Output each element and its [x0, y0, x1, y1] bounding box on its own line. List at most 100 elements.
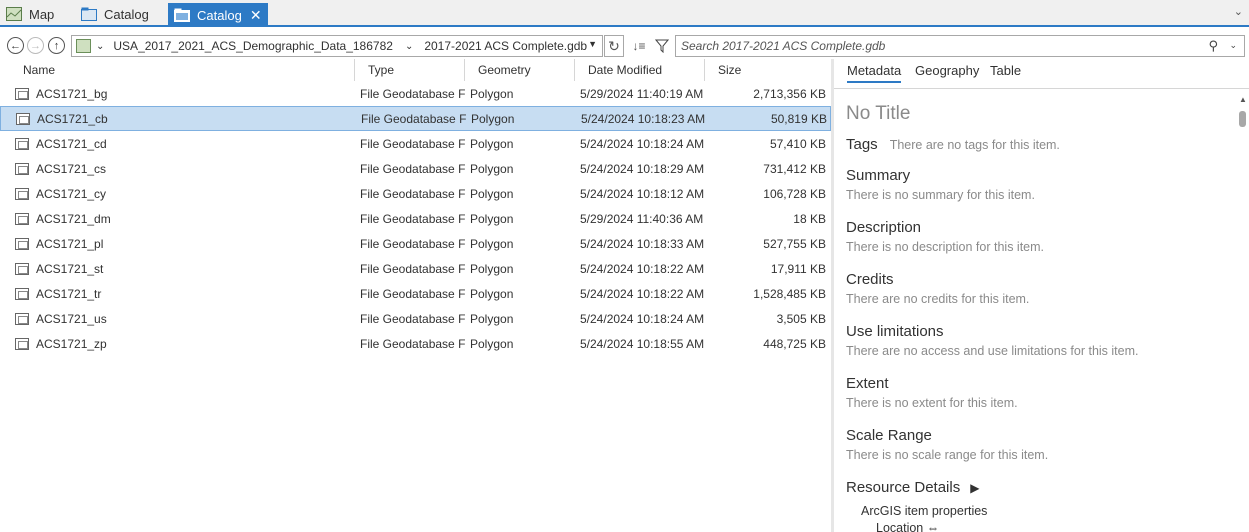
- expand-arrow-icon[interactable]: ▶: [970, 481, 979, 495]
- cell-type: File Geodatabase F: [360, 186, 465, 201]
- tab-table[interactable]: Table: [990, 63, 1021, 81]
- location-text: Location: [876, 521, 924, 532]
- search-icon[interactable]: ⚲: [1208, 38, 1218, 54]
- table-row[interactable]: ACS1721_bg File Geodatabase F Polygon 5/29/…: [0, 81, 831, 106]
- column-headers: Name Type Geometry Date Modified Size: [0, 59, 831, 81]
- dropdown-arrow-icon[interactable]: ▼: [588, 39, 597, 49]
- back-button[interactable]: ←: [7, 37, 24, 54]
- table-row[interactable]: ACS1721_zp File Geodatabase F Polygon 5/24/…: [0, 331, 831, 356]
- cell-date: 5/24/2024 10:18:12 AM: [580, 186, 705, 201]
- table-row[interactable]: ACS1721_st File Geodatabase F Polygon 5/24/…: [0, 256, 831, 281]
- section-text: There is no scale range for this item.: [846, 448, 1049, 462]
- path-segment-folder[interactable]: USA_2017_2021_ACS_Demographic_Data_18678…: [113, 39, 393, 53]
- file-list: Name Type Geometry Date Modified Size AC…: [0, 59, 831, 532]
- cell-size: 1,528,485 KB: [753, 286, 826, 301]
- cell-date: 5/29/2024 11:40:19 AM: [580, 86, 704, 101]
- up-button[interactable]: ↑: [48, 37, 65, 54]
- metadata-credits: Credits There are no credits for this it…: [846, 271, 1029, 306]
- tab-label: Catalog: [104, 6, 149, 22]
- section-text: There is no description for this item.: [846, 240, 1044, 254]
- cell-date: 5/24/2024 10:18:22 AM: [580, 261, 705, 276]
- catalog-window: Map Catalog Catalog ✕ ⌄ ← → ↑ ⌄ USA_2017…: [0, 0, 1249, 532]
- table-row[interactable]: ACS1721_pl File Geodatabase F Polygon 5/24/…: [0, 231, 831, 256]
- feature-class-icon: [15, 312, 29, 325]
- feature-class-icon: [15, 162, 29, 175]
- column-header-name[interactable]: Name: [0, 59, 355, 81]
- scroll-up-icon[interactable]: ▲: [1239, 95, 1247, 104]
- table-row[interactable]: ACS1721_us File Geodatabase F Polygon 5/24/…: [0, 306, 831, 331]
- chevron-down-icon[interactable]: ⌄: [96, 41, 104, 52]
- file-rows: ACS1721_bg File Geodatabase F Polygon 5/29/…: [0, 81, 831, 356]
- cell-size: 731,412 KB: [763, 161, 826, 176]
- cell-name: ACS1721_bg: [0, 87, 355, 101]
- cell-type: File Geodatabase F: [360, 86, 465, 101]
- map-icon: [6, 7, 22, 21]
- metadata-tabs: Metadata Geography Table: [834, 59, 1249, 89]
- search-input[interactable]: [681, 39, 1181, 53]
- table-row[interactable]: ACS1721_tr File Geodatabase F Polygon 5/24/…: [0, 281, 831, 306]
- catalog-icon: [174, 8, 190, 22]
- tab-catalog-1[interactable]: Catalog: [75, 3, 155, 25]
- forward-button[interactable]: →: [27, 37, 44, 54]
- metadata-scrollbar[interactable]: ▲: [1237, 93, 1249, 532]
- chevron-down-icon[interactable]: ⌄: [1234, 5, 1243, 18]
- cell-geometry: Polygon: [470, 186, 514, 201]
- cell-size: 106,728 KB: [763, 186, 826, 201]
- table-row[interactable]: ACS1721_dm File Geodatabase F Polygon 5/29/…: [0, 206, 831, 231]
- tab-map[interactable]: Map: [0, 3, 60, 25]
- feature-class-icon: [16, 112, 30, 125]
- cell-size: 18 KB: [793, 211, 826, 226]
- cell-name: ACS1721_cd: [0, 137, 355, 151]
- column-header-type[interactable]: Type: [355, 59, 465, 81]
- cell-size: 2,713,356 KB: [753, 86, 826, 101]
- cell-type: File Geodatabase F: [360, 236, 465, 251]
- section-heading: Use limitations: [846, 323, 944, 340]
- cell-name: ACS1721_us: [0, 312, 355, 326]
- path-box[interactable]: ⌄ USA_2017_2021_ACS_Demographic_Data_186…: [71, 35, 603, 57]
- cell-date: 5/24/2024 10:18:55 AM: [580, 336, 705, 351]
- feature-class-icon: [15, 212, 29, 225]
- sort-icon[interactable]: ↓≡: [628, 36, 650, 56]
- column-header-size[interactable]: Size: [705, 59, 831, 81]
- table-row[interactable]: ACS1721_cd File Geodatabase F Polygon 5/24/…: [0, 131, 831, 156]
- metadata-use-limitations: Use limitations There are no access and …: [846, 323, 1139, 358]
- row-name: ACS1721_tr: [36, 286, 102, 301]
- chevron-down-icon[interactable]: ⌄: [405, 41, 413, 52]
- cell-type: File Geodatabase F: [361, 111, 466, 126]
- feature-class-icon: [15, 237, 29, 250]
- link-icon[interactable]: ⇔: [927, 521, 940, 532]
- column-header-geometry[interactable]: Geometry: [465, 59, 575, 81]
- arcgis-item-properties: ArcGIS item properties: [861, 504, 988, 518]
- filter-icon[interactable]: [652, 36, 672, 56]
- table-row[interactable]: ACS1721_cy File Geodatabase F Polygon 5/24/…: [0, 181, 831, 206]
- tags-heading: Tags: [846, 136, 878, 153]
- metadata-title: No Title: [846, 103, 911, 124]
- scrollbar-thumb[interactable]: [1239, 111, 1246, 127]
- cell-date: 5/24/2024 10:18:29 AM: [580, 161, 705, 176]
- tab-geography[interactable]: Geography: [915, 63, 979, 81]
- tab-catalog-active[interactable]: Catalog ✕: [168, 3, 268, 27]
- cell-geometry: Polygon: [470, 211, 514, 226]
- section-text: There are no access and use limitations …: [846, 344, 1139, 358]
- refresh-button[interactable]: ↻: [604, 35, 624, 57]
- metadata-summary: Summary There is no summary for this ite…: [846, 167, 1035, 202]
- table-row[interactable]: ACS1721_cs File Geodatabase F Polygon 5/24/…: [0, 156, 831, 181]
- cell-type: File Geodatabase F: [360, 136, 465, 151]
- cell-date: 5/29/2024 11:40:36 AM: [580, 211, 704, 226]
- feature-class-icon: [15, 187, 29, 200]
- section-heading: Resource Details: [846, 479, 961, 496]
- row-name: ACS1721_dm: [36, 211, 111, 226]
- cell-geometry: Polygon: [470, 261, 514, 276]
- path-segment-gdb[interactable]: 2017-2021 ACS Complete.gdb: [424, 39, 587, 53]
- metadata-description: Description There is no description for …: [846, 219, 1044, 254]
- column-header-date[interactable]: Date Modified: [575, 59, 705, 81]
- row-name: ACS1721_zp: [36, 336, 107, 351]
- close-icon[interactable]: ✕: [250, 7, 262, 24]
- table-row[interactable]: ACS1721_cb File Geodatabase F Polygon 5/24/…: [0, 106, 831, 131]
- metadata-tags: Tags There are no tags for this item.: [846, 136, 1060, 153]
- tab-metadata[interactable]: Metadata: [847, 63, 902, 83]
- chevron-down-icon[interactable]: ⌄: [1229, 40, 1237, 51]
- cell-date: 5/24/2024 10:18:33 AM: [580, 236, 705, 251]
- resource-details-toggle[interactable]: Resource Details ▶: [846, 479, 979, 496]
- row-name: ACS1721_cd: [36, 136, 107, 151]
